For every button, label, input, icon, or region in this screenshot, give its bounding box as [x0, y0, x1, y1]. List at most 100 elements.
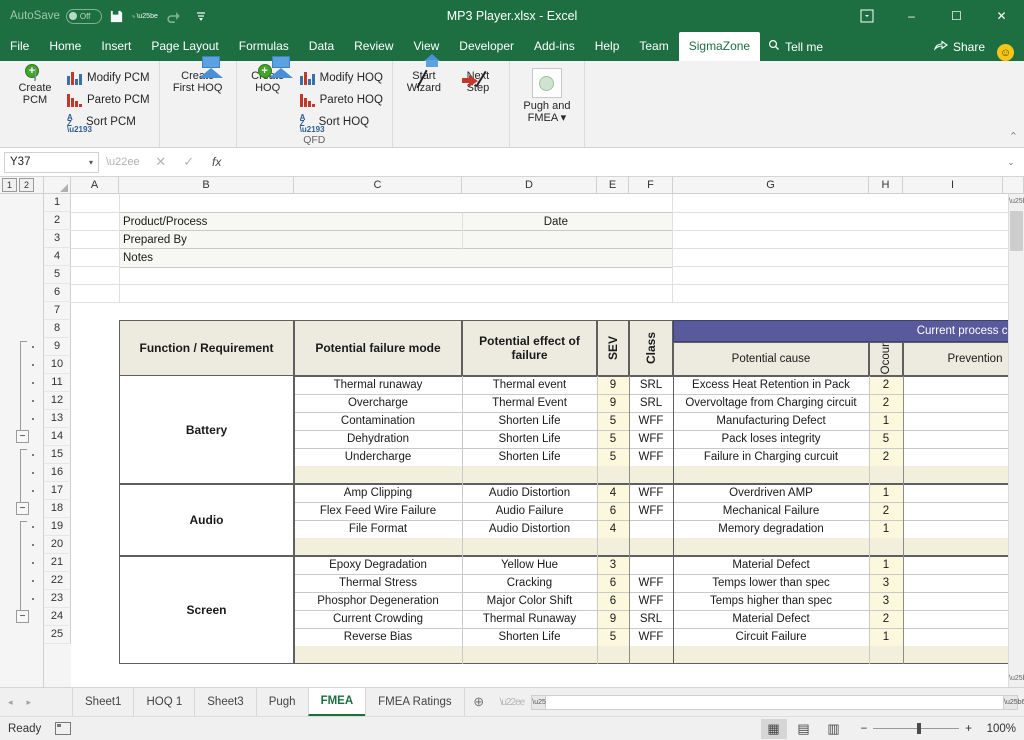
header-current-process-controls[interactable]: Current process controls	[673, 320, 1024, 342]
cell-occur[interactable]: 1	[869, 556, 903, 574]
minimize-button[interactable]: –	[889, 0, 934, 32]
cell-occur[interactable]: 2	[869, 610, 903, 628]
column-header-c[interactable]: C	[294, 177, 462, 194]
cell-b4-notes[interactable]: Notes	[119, 249, 294, 266]
tab-file[interactable]: File	[0, 32, 39, 61]
cell-failure-mode[interactable]: Reverse Bias	[294, 628, 462, 646]
row-header-20[interactable]: 20	[44, 536, 71, 554]
cell-effect[interactable]: Shorten Life	[462, 628, 597, 646]
autosave-toggle[interactable]: AutoSave Off	[10, 8, 102, 24]
horizontal-scrollbar[interactable]: \u25c0 \u25b6	[531, 694, 1024, 710]
cancel-entry-icon[interactable]: ✕	[147, 154, 175, 170]
column-header-h[interactable]: H	[869, 177, 903, 194]
cell-effect[interactable]: Audio Distortion	[462, 484, 597, 502]
create-pcm-button[interactable]: + Create PCM	[9, 64, 61, 106]
cell-effect[interactable]: Thermal event	[462, 376, 597, 394]
cell-effect[interactable]: Cracking	[462, 574, 597, 592]
cell-occur[interactable]: 1	[869, 520, 903, 538]
header-potential-effect[interactable]: Potential effect of failure	[462, 320, 597, 376]
column-header-f[interactable]: F	[629, 177, 673, 194]
row-header-16[interactable]: 16	[44, 464, 71, 482]
next-sheet-icon[interactable]: ▸	[27, 697, 32, 708]
cell-occur[interactable]: 2	[869, 502, 903, 520]
sheet-tab-fmea[interactable]: FMEA	[307, 688, 366, 716]
cell-sev[interactable]: 6	[597, 574, 629, 592]
tab-data[interactable]: Data	[299, 32, 344, 61]
row-header-23[interactable]: 23	[44, 590, 71, 608]
cell-sev[interactable]: 5	[597, 430, 629, 448]
cell-failure-mode[interactable]: Flex Feed Wire Failure	[294, 502, 462, 520]
pugh-and-fmea-button[interactable]: Pugh and FMEA ▾	[515, 65, 579, 124]
row-header-14[interactable]: 14	[44, 428, 71, 446]
cell-b3-prepared-by[interactable]: Prepared By	[119, 231, 294, 248]
cell-prevention[interactable]	[903, 484, 1024, 502]
cell-area[interactable]: Product/Process Prepared By Notes Date F…	[71, 194, 1024, 687]
outline-collapse-button[interactable]: −	[16, 430, 29, 443]
cell-failure-mode[interactable]: Phosphor Degeneration	[294, 592, 462, 610]
cell-prevention[interactable]	[903, 574, 1024, 592]
sheet-tab-sheet3[interactable]: Sheet3	[194, 688, 255, 716]
name-box[interactable]: Y37 ▾	[4, 151, 99, 173]
cell-failure-mode[interactable]: Undercharge	[294, 448, 462, 466]
tab-review[interactable]: Review	[344, 32, 403, 61]
outline-collapse-button[interactable]: −	[16, 610, 29, 623]
cell-class[interactable]	[629, 520, 673, 538]
cell-d2-date-label[interactable]: Date	[462, 213, 572, 230]
header-potential-cause[interactable]: Potential cause	[673, 342, 869, 376]
confirm-entry-icon[interactable]: ✓	[175, 154, 203, 170]
cell-effect[interactable]: Shorten Life	[462, 430, 597, 448]
previous-sheet-icon[interactable]: ◂	[8, 697, 13, 708]
outline-level-2-button[interactable]: 2	[19, 178, 34, 192]
zoom-in-button[interactable]: +	[965, 723, 972, 735]
column-header-a[interactable]: A	[71, 177, 119, 194]
sheet-tab-sheet1[interactable]: Sheet1	[72, 688, 133, 716]
cell-class[interactable]: WFF	[629, 430, 673, 448]
cell-failure-mode[interactable]: Current Crowding	[294, 610, 462, 628]
cell-cause[interactable]: Material Defect	[673, 556, 869, 574]
tab-sigmazone[interactable]: SigmaZone	[678, 32, 761, 61]
maximize-button[interactable]: ☐	[934, 0, 979, 32]
cell-class[interactable]: SRL	[629, 376, 673, 394]
modify-hoq-button[interactable]: Modify HOQ	[296, 67, 387, 89]
cell-cause[interactable]: Pack loses integrity	[673, 430, 869, 448]
zoom-out-button[interactable]: −	[861, 723, 868, 735]
cell-occur[interactable]: 5	[869, 430, 903, 448]
zoom-slider-knob[interactable]	[917, 723, 922, 734]
scroll-down-icon[interactable]: \u25bc	[1009, 671, 1024, 687]
header-function-requirement[interactable]: Function / Requirement	[119, 320, 294, 376]
cell-prevention[interactable]	[903, 502, 1024, 520]
scroll-right-icon[interactable]: \u25b6	[1003, 694, 1024, 710]
column-header-e[interactable]: E	[597, 177, 629, 194]
scroll-up-icon[interactable]: \u25b2	[1009, 194, 1024, 210]
row-header-5[interactable]: 5	[44, 266, 71, 284]
cell-prevention[interactable]	[903, 448, 1024, 466]
cell-cause[interactable]: Mechanical Failure	[673, 502, 869, 520]
chevron-down-icon[interactable]: ▾	[89, 158, 93, 167]
cell-class[interactable]: WFF	[629, 592, 673, 610]
accessibility-checker-icon[interactable]	[55, 722, 72, 735]
cell-class[interactable]: WFF	[629, 628, 673, 646]
cell-occur[interactable]: 1	[869, 412, 903, 430]
cell-occur[interactable]: 2	[869, 448, 903, 466]
row-header-22[interactable]: 22	[44, 572, 71, 590]
cell-class[interactable]: SRL	[629, 394, 673, 412]
cell-sev[interactable]: 4	[597, 520, 629, 538]
ribbon-display-options-icon[interactable]	[844, 0, 889, 32]
cell-sev[interactable]: 3	[597, 556, 629, 574]
cell-prevention[interactable]	[903, 592, 1024, 610]
row-header-12[interactable]: 12	[44, 392, 71, 410]
cell-occur[interactable]: 3	[869, 574, 903, 592]
header-occur[interactable]: Ocour	[869, 342, 903, 376]
cell-sev[interactable]: 5	[597, 412, 629, 430]
cell-prevention[interactable]	[903, 610, 1024, 628]
cell-prevention[interactable]	[903, 376, 1024, 394]
tab-help[interactable]: Help	[585, 32, 630, 61]
header-potential-failure-mode[interactable]: Potential failure mode	[294, 320, 462, 376]
row-header-18[interactable]: 18	[44, 500, 71, 518]
cell-sev[interactable]: 9	[597, 610, 629, 628]
cell-cause[interactable]: Failure in Charging curcuit	[673, 448, 869, 466]
row-header-8[interactable]: 8	[44, 320, 71, 338]
feedback-smiley-icon[interactable]: ☺	[997, 44, 1014, 61]
sort-hoq-button[interactable]: A Z \u2193 Sort HOQ	[296, 111, 387, 134]
start-wizard-button[interactable]: Start Wizard	[398, 54, 450, 94]
